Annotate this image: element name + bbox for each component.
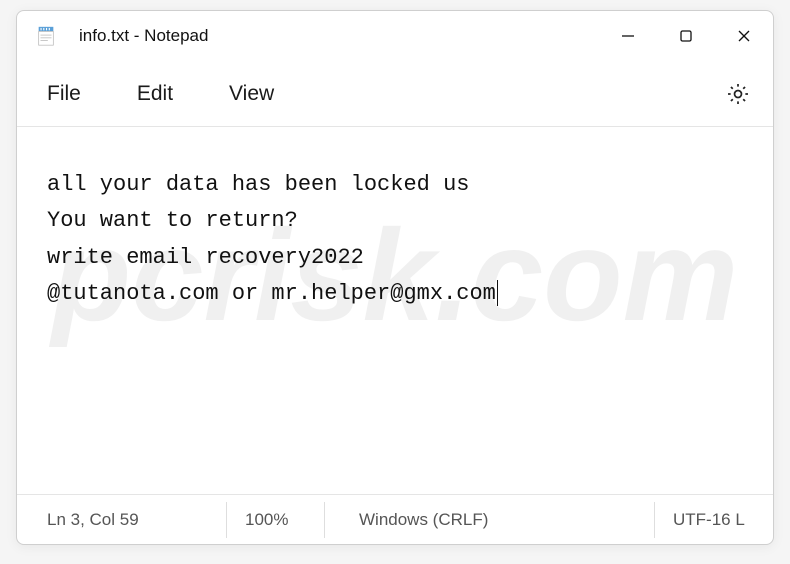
status-encoding: UTF-16 L <box>655 502 773 538</box>
minimize-button[interactable] <box>599 11 657 61</box>
close-button[interactable] <box>715 11 773 61</box>
statusbar: Ln 3, Col 59 100% Windows (CRLF) UTF-16 … <box>17 494 773 544</box>
status-line-ending: Windows (CRLF) <box>325 502 655 538</box>
window-title: info.txt - Notepad <box>79 26 208 46</box>
status-zoom[interactable]: 100% <box>227 502 325 538</box>
notepad-window: info.txt - Notepad File Edit View all yo… <box>16 10 774 545</box>
menu-file[interactable]: File <box>47 82 81 106</box>
notepad-icon <box>35 25 57 47</box>
text-editor[interactable]: all your data has been locked us You wan… <box>17 127 773 494</box>
editor-content: all your data has been locked us You wan… <box>47 172 496 306</box>
settings-button[interactable] <box>725 81 751 107</box>
menu-edit[interactable]: Edit <box>137 82 173 106</box>
menu-view[interactable]: View <box>229 82 274 106</box>
maximize-button[interactable] <box>657 11 715 61</box>
text-caret <box>497 280 498 306</box>
menubar: File Edit View <box>17 61 773 127</box>
titlebar[interactable]: info.txt - Notepad <box>17 11 773 61</box>
status-cursor-position: Ln 3, Col 59 <box>37 502 227 538</box>
